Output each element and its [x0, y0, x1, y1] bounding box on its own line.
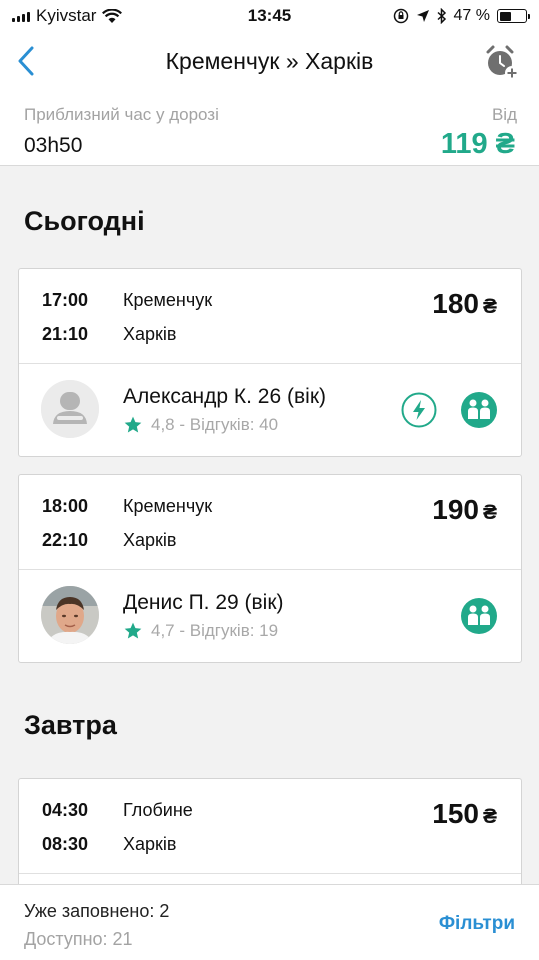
- alarm-add-icon: [486, 45, 519, 80]
- ride-price: 150 ₴: [432, 798, 497, 829]
- status-bar: Kyivstar 13:45 47 %: [0, 0, 539, 32]
- ride-card[interactable]: 18:00 Кременчук 22:10 Харків 190 ₴ Денис …: [18, 474, 522, 663]
- seats-filled-text: Уже заповнено: 2: [24, 901, 170, 921]
- instant-booking-icon: [401, 392, 437, 428]
- price-from-label: Від: [491, 105, 517, 124]
- currency: ₴: [482, 295, 497, 318]
- arrival-time: 21:10: [42, 324, 89, 344]
- duration-value: 03h50: [24, 134, 83, 157]
- currency: ₴: [482, 805, 497, 828]
- section-title-today: Сьогодні: [24, 206, 145, 236]
- bottom-bar: Уже заповнено: 2 Доступно: 21 Фільтри: [0, 884, 539, 960]
- page-title: Кременчук » Харків: [165, 48, 374, 74]
- arrival-time: 22:10: [42, 530, 89, 550]
- currency: ₴: [482, 501, 497, 524]
- driver-name: Денис П. 29 (вік): [123, 591, 284, 614]
- star-icon: [124, 416, 142, 433]
- ride-card[interactable]: 17:00 Кременчук 21:10 Харків 180 ₴ Алекса…: [18, 268, 522, 457]
- max-two-back-icon: [461, 392, 497, 428]
- filters-button[interactable]: Фільтри: [439, 913, 515, 935]
- departure-time: 17:00: [42, 290, 89, 310]
- trip-summary: Приблизний час у дорозі 03h50 Від 119 ₴: [0, 90, 539, 166]
- driver-rating: 4,7 - Відгуків: 19: [123, 621, 278, 641]
- arrival-city: Харків: [123, 834, 177, 854]
- max-two-back-icon: [461, 598, 497, 634]
- departure-city: Кременчук: [123, 496, 213, 516]
- driver-rating: 4,8 - Відгуків: 40: [123, 415, 278, 435]
- ride-price: 180 ₴: [432, 288, 497, 319]
- signal-icon: [12, 10, 30, 22]
- avatar: [41, 380, 99, 438]
- location-icon: [416, 10, 429, 22]
- driver-info: Денис П. 29 (вік) 4,7 - Відгуків: 19: [19, 570, 521, 662]
- departure-city: Глобине: [123, 800, 193, 820]
- price-from-value: 119 ₴: [440, 128, 515, 160]
- ride-price: 190 ₴: [432, 494, 497, 525]
- seats-available-text: Доступно: 21: [24, 929, 133, 949]
- alert-button[interactable]: [483, 42, 521, 82]
- driver-photo: [41, 586, 99, 644]
- nav-bar: Кременчук » Харків: [0, 32, 539, 90]
- star-icon: [124, 622, 142, 639]
- driver-info: Александр К. 26 (вік) 4,8 - Відгуків: 40: [19, 364, 521, 456]
- default-avatar-icon: [41, 380, 99, 438]
- carrier-name: Kyivstar: [36, 6, 97, 25]
- battery-percent: 47 %: [453, 7, 490, 24]
- ride-card[interactable]: 04:30 Глобине 08:30 Харків 150 ₴: [18, 778, 522, 898]
- rating-text: 4,8 - Відгуків: 40: [151, 415, 279, 434]
- ride-route: 17:00 Кременчук 21:10 Харків 180 ₴: [19, 269, 521, 364]
- ride-route: 18:00 Кременчук 22:10 Харків 190 ₴: [19, 475, 521, 570]
- wifi-icon: [102, 8, 123, 23]
- rating-text: 4,7 - Відгуків: 19: [151, 621, 279, 640]
- arrival-city: Харків: [123, 324, 177, 344]
- departure-time: 04:30: [42, 800, 89, 820]
- arrival-city: Харків: [123, 530, 177, 550]
- battery-icon: [497, 9, 530, 23]
- arrival-time: 08:30: [42, 834, 89, 854]
- duration-label: Приблизний час у дорозі: [24, 105, 219, 124]
- driver-name: Александр К. 26 (вік): [123, 385, 326, 408]
- section-title-tomorrow: Завтра: [24, 710, 117, 740]
- bluetooth-icon: [437, 8, 446, 24]
- orientation-lock-icon: [393, 8, 408, 24]
- ride-route: 04:30 Глобине 08:30 Харків 150 ₴: [19, 779, 521, 874]
- clock: 13:45: [247, 6, 292, 25]
- departure-city: Кременчук: [123, 290, 213, 310]
- avatar: [41, 586, 99, 644]
- departure-time: 18:00: [42, 496, 89, 516]
